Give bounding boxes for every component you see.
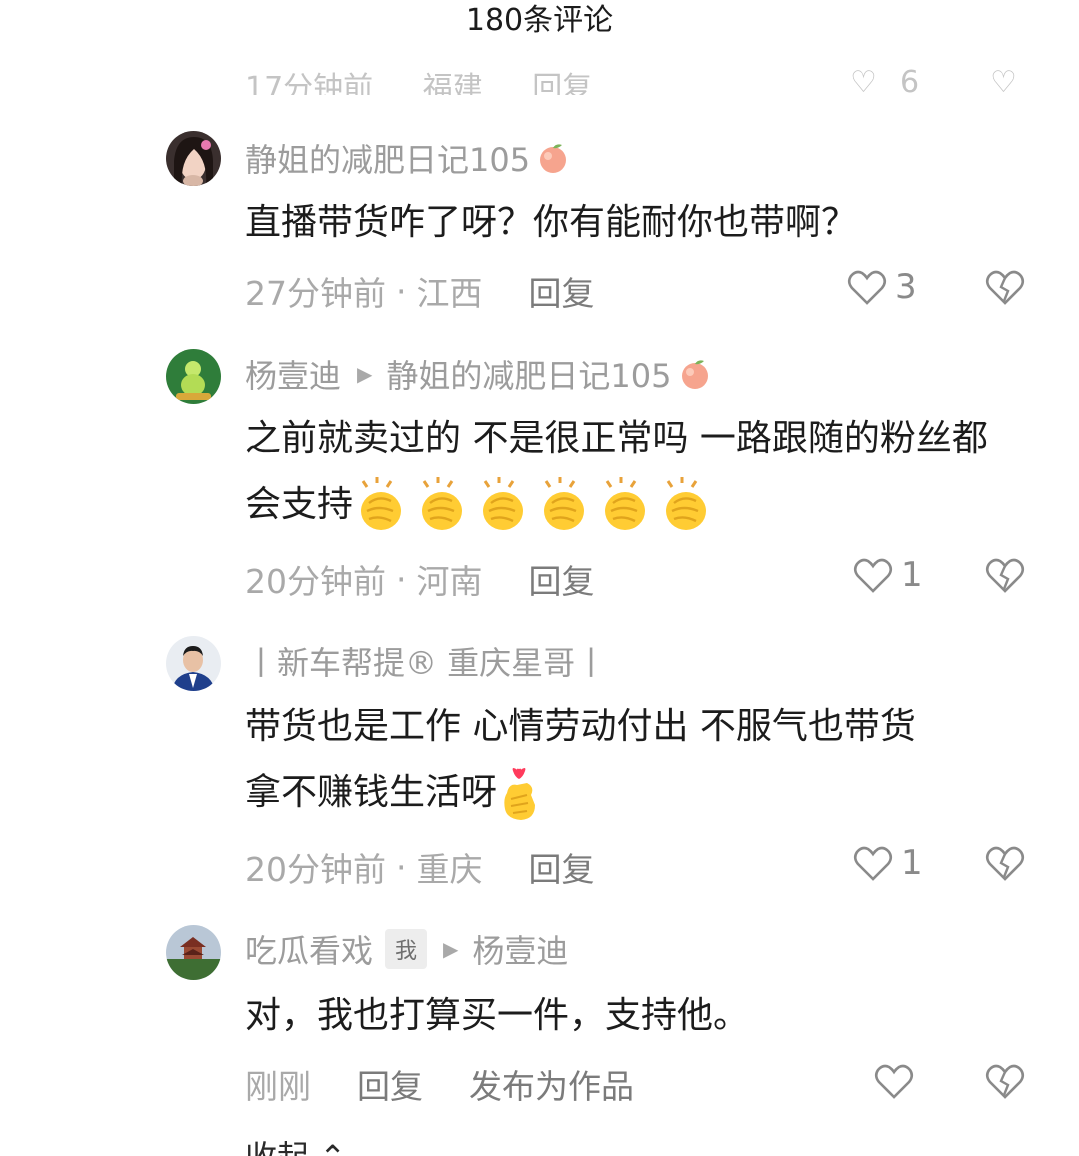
comment-username[interactable]: 杨壹迪 [245, 351, 341, 397]
like-button[interactable] [872, 1059, 916, 1103]
green-gourd-avatar[interactable] [166, 349, 221, 404]
previous-comment-time: 17分钟前 [245, 71, 374, 95]
like-button[interactable]: 3 [845, 265, 917, 309]
me-badge: 我 [385, 929, 428, 969]
reply-arrow-icon: ▶ [357, 362, 373, 386]
peach-icon [536, 141, 570, 175]
reply-button[interactable]: 回复 [529, 843, 595, 891]
like-count: 1 [901, 555, 923, 595]
woman-avatar[interactable] [166, 131, 221, 186]
comment-location: 河南 [416, 562, 483, 601]
dislike-broken-heart-icon[interactable] [983, 841, 1027, 885]
heart-icon [853, 846, 893, 881]
previous-comment-location: 福建 [422, 71, 483, 95]
publish-as-work-button[interactable]: 发布为作品 [469, 1060, 634, 1108]
comment-username[interactable]: 静姐的减肥日记105 [245, 135, 530, 181]
comments-header: 180条评论 [0, 0, 1079, 44]
like-count: 1 [901, 843, 923, 883]
like-button[interactable]: 1 [851, 553, 923, 597]
comment-location: 重庆 [416, 850, 483, 889]
clapping-hands-icon [597, 477, 655, 535]
comment-meta: 27分钟前 · 江西 回复 [245, 267, 595, 315]
comment-username[interactable]: 丨新车帮提® 重庆星哥丨 [245, 638, 607, 684]
comment-text-line: 带货也是工作 心情劳动付出 不服气也带货 [245, 706, 916, 747]
clapping-hands-icon [536, 477, 594, 535]
comment-text-line: 拿不赚钱生活呀 [245, 772, 498, 813]
comment-username-row: 丨新车帮提® 重庆星哥丨 [245, 639, 607, 683]
like-count: 3 [895, 267, 917, 307]
comment-text: 带货也是工作 心情劳动付出 不服气也带货 拿不赚钱生活呀 [245, 694, 1015, 826]
previous-like-count: 6 [900, 65, 920, 95]
reply-button[interactable]: 回复 [529, 267, 595, 315]
finger-heart-icon [497, 765, 543, 823]
comment-username[interactable]: 吃瓜看戏 [245, 926, 373, 972]
comment-username-row: 静姐的减肥日记105 [245, 136, 570, 180]
dislike-broken-heart-icon[interactable] [983, 265, 1027, 309]
comment-username-row: 杨壹迪 ▶ 静姐的减肥日记105 [245, 352, 712, 396]
previous-comment-reply[interactable]: 回复 [532, 63, 592, 95]
comment-username-row: 吃瓜看戏 我 ▶ 杨壹迪 [245, 927, 568, 971]
comment-time: 20分钟前 [245, 850, 386, 889]
reply-arrow-icon: ▶ [443, 937, 459, 961]
comment-time: 刚刚 [245, 1067, 311, 1106]
heart-icon [847, 270, 887, 305]
comment-text-line-with-emoji: 拿不赚钱生活呀 [245, 760, 1015, 826]
clapping-hands-icon [353, 477, 411, 535]
collapse-label: 收起 [245, 1138, 309, 1156]
reply-to-username[interactable]: 静姐的减肥日记105 [386, 351, 671, 397]
comment-meta: 刚刚 回复 发布为作品 [245, 1060, 634, 1108]
comment-meta: 20分钟前 · 河南 回复 [245, 555, 595, 603]
clapping-hands-icon [475, 477, 533, 535]
collapse-replies-button[interactable]: 收起 ⌃ [245, 1132, 346, 1156]
previous-dislike-icon[interactable]: ♡ [990, 65, 1017, 95]
reply-to-username[interactable]: 杨壹迪 [472, 926, 568, 972]
comment-text: 直播带货咋了呀？你有能耐你也带啊？ [245, 202, 858, 243]
pavilion-avatar[interactable] [166, 925, 221, 980]
comment-location: 江西 [416, 274, 483, 313]
chevron-up-icon: ⌃ [319, 1138, 346, 1156]
previous-comment-meta-partial: 17分钟前 福建 回复 ♡ 6 ♡ [245, 55, 1045, 95]
dislike-broken-heart-icon[interactable] [983, 553, 1027, 597]
reply-button[interactable]: 回复 [357, 1060, 423, 1108]
heart-icon [874, 1064, 914, 1099]
clapping-hands-icon [658, 477, 716, 535]
previous-like-icon[interactable]: ♡ [850, 65, 877, 95]
comment-time: 27分钟前 [245, 274, 386, 313]
like-button[interactable]: 1 [851, 841, 923, 885]
comment-count-title: 180条评论 [465, 3, 614, 38]
reply-button[interactable]: 回复 [529, 555, 595, 603]
comment-text: 之前就卖过的 不是很正常吗 一路跟随的粉丝都会支持 [245, 406, 1015, 538]
heart-icon [853, 558, 893, 593]
man-suit-avatar[interactable] [166, 636, 221, 691]
dislike-broken-heart-icon[interactable] [983, 1059, 1027, 1103]
comment-meta: 20分钟前 · 重庆 回复 [245, 843, 595, 891]
comment-time: 20分钟前 [245, 562, 386, 601]
comment-text: 对，我也打算买一件，支持他。 [245, 995, 750, 1036]
clapping-hands-icon [414, 477, 472, 535]
peach-icon [678, 357, 712, 391]
